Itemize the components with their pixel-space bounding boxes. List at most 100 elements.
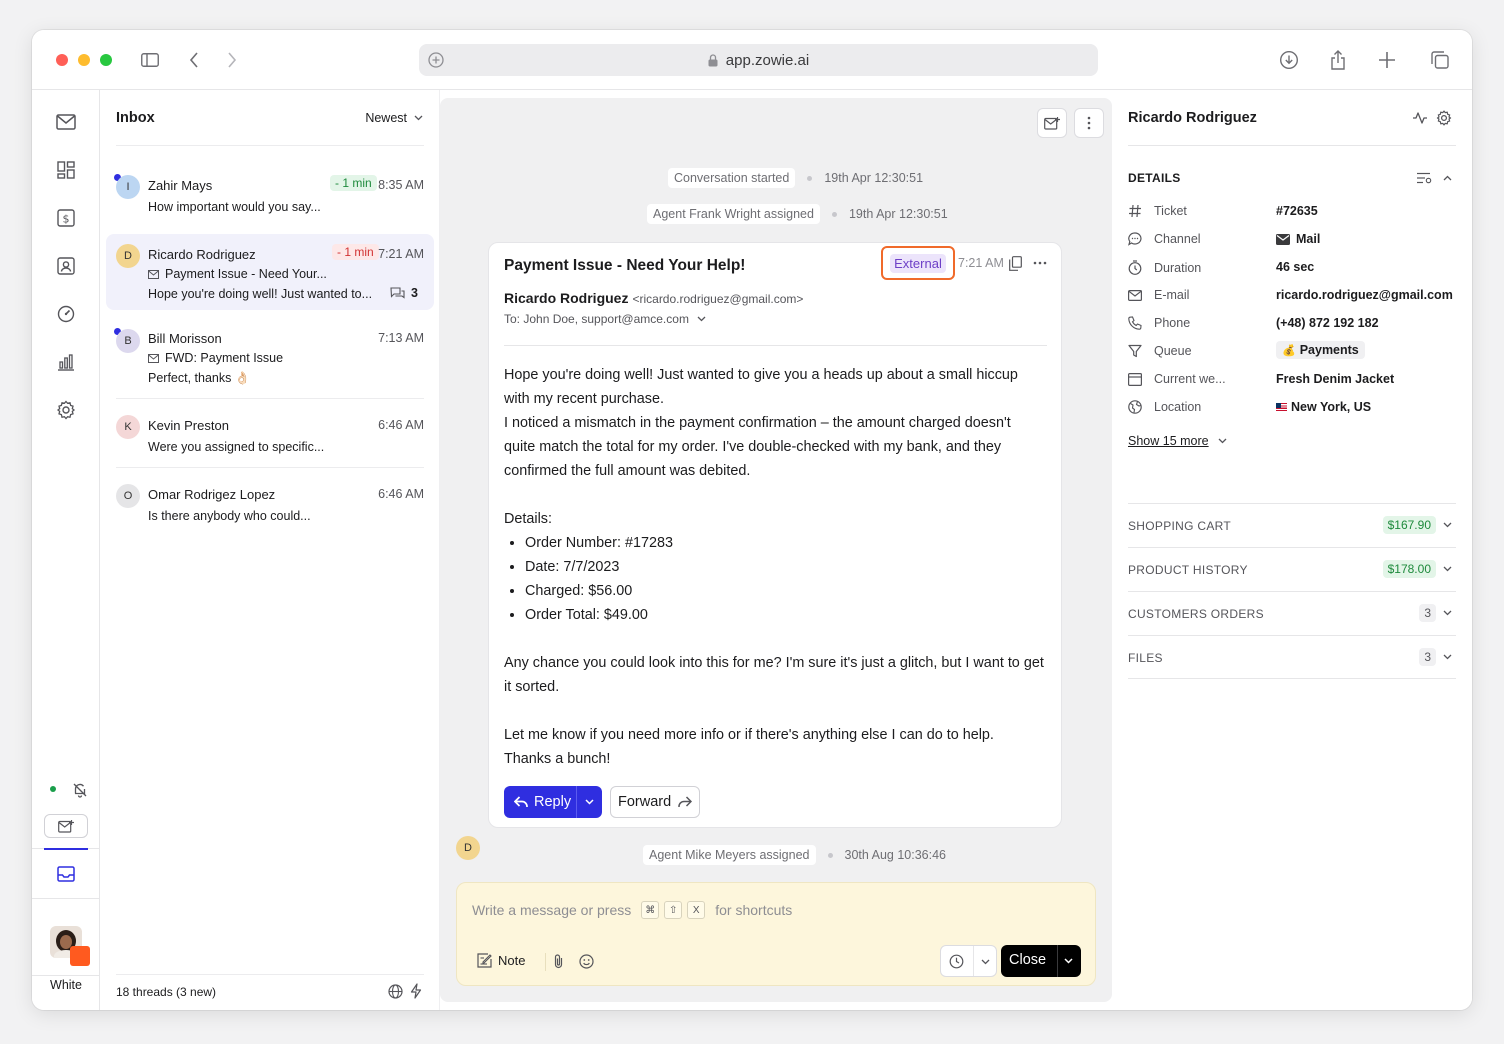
notifications-off-icon[interactable] bbox=[68, 778, 92, 802]
address-bar[interactable]: app.zowie.ai bbox=[419, 44, 1098, 76]
thread-name: Zahir Mays bbox=[148, 178, 213, 193]
field-value[interactable]: (+48) 872 192 182 bbox=[1276, 316, 1379, 330]
nav-dashboard-icon[interactable] bbox=[54, 158, 78, 182]
nav-settings-icon[interactable] bbox=[54, 398, 78, 422]
field-value[interactable]: Fresh Denim Jacket bbox=[1276, 372, 1394, 386]
section-shopping-cart[interactable]: SHOPPING CART $167.90 bbox=[1128, 503, 1456, 547]
details-item: Order Total: $49.00 bbox=[525, 603, 1044, 627]
new-tab-icon[interactable] bbox=[1375, 48, 1399, 72]
recipients-toggle[interactable]: To: John Doe, support@amce.com bbox=[504, 312, 706, 326]
more-horizontal-icon[interactable] bbox=[1033, 256, 1047, 270]
inbox-list: Inbox Newest I Zahir Mays - 1 min 8:35 A… bbox=[100, 90, 440, 1010]
thread-preview: Perfect, thanks 👌🏻 bbox=[148, 371, 251, 385]
thread-item[interactable]: I Zahir Mays - 1 min 8:35 AM How importa… bbox=[106, 160, 434, 222]
reply-button[interactable]: Reply bbox=[504, 786, 602, 818]
section-files[interactable]: FILES 3 bbox=[1128, 635, 1456, 679]
sender-name: Ricardo Rodriguez bbox=[504, 290, 629, 306]
section-product-history[interactable]: PRODUCT HISTORY $178.00 bbox=[1128, 547, 1456, 591]
nav-contacts-icon[interactable] bbox=[54, 254, 78, 278]
show-more-link[interactable]: Show 15 more bbox=[1128, 434, 1227, 448]
chevron-down-icon bbox=[414, 115, 423, 121]
thread-preview: Hope you're doing well! Just wanted to..… bbox=[148, 287, 373, 301]
email-paragraph: Let me know if you need more info or if … bbox=[504, 727, 994, 743]
event-agent-assigned: Agent Mike Meyers assigned 30th Aug 10:3… bbox=[643, 845, 946, 865]
activity-icon[interactable] bbox=[1412, 111, 1428, 125]
paperclip-icon[interactable] bbox=[552, 954, 565, 969]
us-flag-icon bbox=[1276, 403, 1287, 411]
close-conversation-button[interactable]: Close bbox=[1001, 945, 1081, 977]
note-icon bbox=[477, 953, 492, 968]
details-item: Date: 7/7/2023 bbox=[525, 555, 1044, 579]
site-settings-icon[interactable] bbox=[427, 51, 445, 73]
field-phone: Phone bbox=[1128, 316, 1190, 330]
placeholder-text: for shortcuts bbox=[715, 902, 793, 918]
chevron-down-icon[interactable] bbox=[1064, 958, 1073, 964]
close-window-button[interactable] bbox=[56, 54, 68, 66]
message-composer[interactable]: Write a message or press ⌘ ⇧ X for short… bbox=[456, 882, 1096, 986]
section-customers-orders[interactable]: CUSTOMERS ORDERS 3 bbox=[1128, 591, 1456, 635]
compose-email-button[interactable] bbox=[1037, 108, 1067, 138]
thread-item[interactable]: B Bill Morisson 7:13 AM FWD: Payment Iss… bbox=[106, 318, 434, 390]
forward-button[interactable]: Forward bbox=[610, 786, 700, 818]
thread-name: Ricardo Rodriguez bbox=[148, 247, 256, 262]
tab-overview-icon[interactable] bbox=[1428, 48, 1452, 72]
nav-rail: $ White bbox=[32, 90, 100, 1010]
recipients: To: John Doe, support@amce.com bbox=[504, 312, 689, 326]
thread-preview: Is there anybody who could... bbox=[148, 509, 311, 523]
thread-item[interactable]: K Kevin Preston 6:46 AM Were you assigne… bbox=[106, 406, 434, 466]
nav-analytics-icon[interactable] bbox=[54, 350, 78, 374]
event-time: 30th Aug 10:36:46 bbox=[844, 848, 946, 862]
gear-icon[interactable] bbox=[1436, 110, 1452, 126]
details-item: Order Number: #17283 bbox=[525, 531, 1044, 555]
sidebar-toggle-icon[interactable] bbox=[138, 48, 162, 72]
section-title: CUSTOMERS ORDERS bbox=[1128, 607, 1264, 621]
back-icon[interactable] bbox=[182, 48, 206, 72]
thread-item[interactable]: O Omar Rodrigez Lopez 6:46 AM Is there a… bbox=[106, 475, 434, 535]
placeholder-text: Write a message or press bbox=[472, 902, 632, 918]
maximize-window-button[interactable] bbox=[100, 54, 112, 66]
customize-fields-icon[interactable] bbox=[1416, 172, 1432, 184]
status-badge bbox=[70, 946, 90, 966]
chevron-down-icon[interactable] bbox=[585, 799, 594, 805]
minimize-window-button[interactable] bbox=[78, 54, 90, 66]
email-paragraph: Hope you're doing well! Just wanted to g… bbox=[504, 367, 1018, 407]
details-list: Order Number: #17283 Date: 7/7/2023 Char… bbox=[525, 531, 1044, 627]
browser-icon bbox=[1128, 372, 1148, 386]
language-icon[interactable] bbox=[388, 984, 403, 999]
note-button[interactable]: Note bbox=[477, 953, 525, 968]
field-value[interactable]: ricardo.rodriguez@gmail.com bbox=[1276, 288, 1453, 302]
nav-performance-icon[interactable] bbox=[54, 302, 78, 326]
clock-icon bbox=[949, 954, 964, 969]
download-icon[interactable] bbox=[1277, 48, 1301, 72]
snooze-button[interactable] bbox=[940, 945, 997, 977]
email-paragraph: Any chance you could look into this for … bbox=[504, 655, 1044, 695]
field-value: Mail bbox=[1296, 232, 1321, 246]
chat-icon bbox=[1128, 232, 1148, 246]
new-message-button[interactable] bbox=[44, 814, 88, 838]
thread-time: 6:46 AM bbox=[378, 487, 424, 501]
url-text: app.zowie.ai bbox=[725, 51, 810, 69]
nav-billing-icon[interactable]: $ bbox=[54, 206, 78, 230]
event-time: 19th Apr 12:30:51 bbox=[848, 207, 948, 221]
thread-time: 7:21 AM bbox=[378, 247, 424, 261]
sort-dropdown[interactable]: Newest bbox=[365, 111, 423, 125]
section-title: SHOPPING CART bbox=[1128, 519, 1232, 533]
thread-item-selected[interactable]: D Ricardo Rodriguez - 1 min 7:21 AM Paym… bbox=[106, 234, 434, 310]
external-tag[interactable]: External bbox=[890, 253, 946, 273]
section-title: FILES bbox=[1128, 651, 1163, 665]
email-time: 7:21 AM bbox=[958, 256, 1004, 270]
field-value: 46 sec bbox=[1276, 260, 1315, 274]
browser-window: app.zowie.ai $ White Inbox Newest I Zahi… bbox=[32, 30, 1472, 1010]
chevron-up-icon[interactable] bbox=[1443, 175, 1452, 181]
nav-inbox-icon[interactable] bbox=[54, 862, 78, 886]
emoji-icon[interactable] bbox=[579, 954, 594, 969]
shortcut-key: ⌘ bbox=[641, 901, 660, 919]
more-options-button[interactable] bbox=[1074, 108, 1104, 138]
composer-placeholder[interactable]: Write a message or press ⌘ ⇧ X for short… bbox=[472, 901, 792, 919]
field-current-webpage: Current we... bbox=[1128, 372, 1226, 386]
copy-icon[interactable] bbox=[1009, 256, 1022, 271]
share-icon[interactable] bbox=[1326, 48, 1350, 72]
forward-nav-icon[interactable] bbox=[220, 48, 244, 72]
nav-mail-icon[interactable] bbox=[54, 110, 78, 134]
lightning-icon[interactable] bbox=[410, 983, 422, 999]
